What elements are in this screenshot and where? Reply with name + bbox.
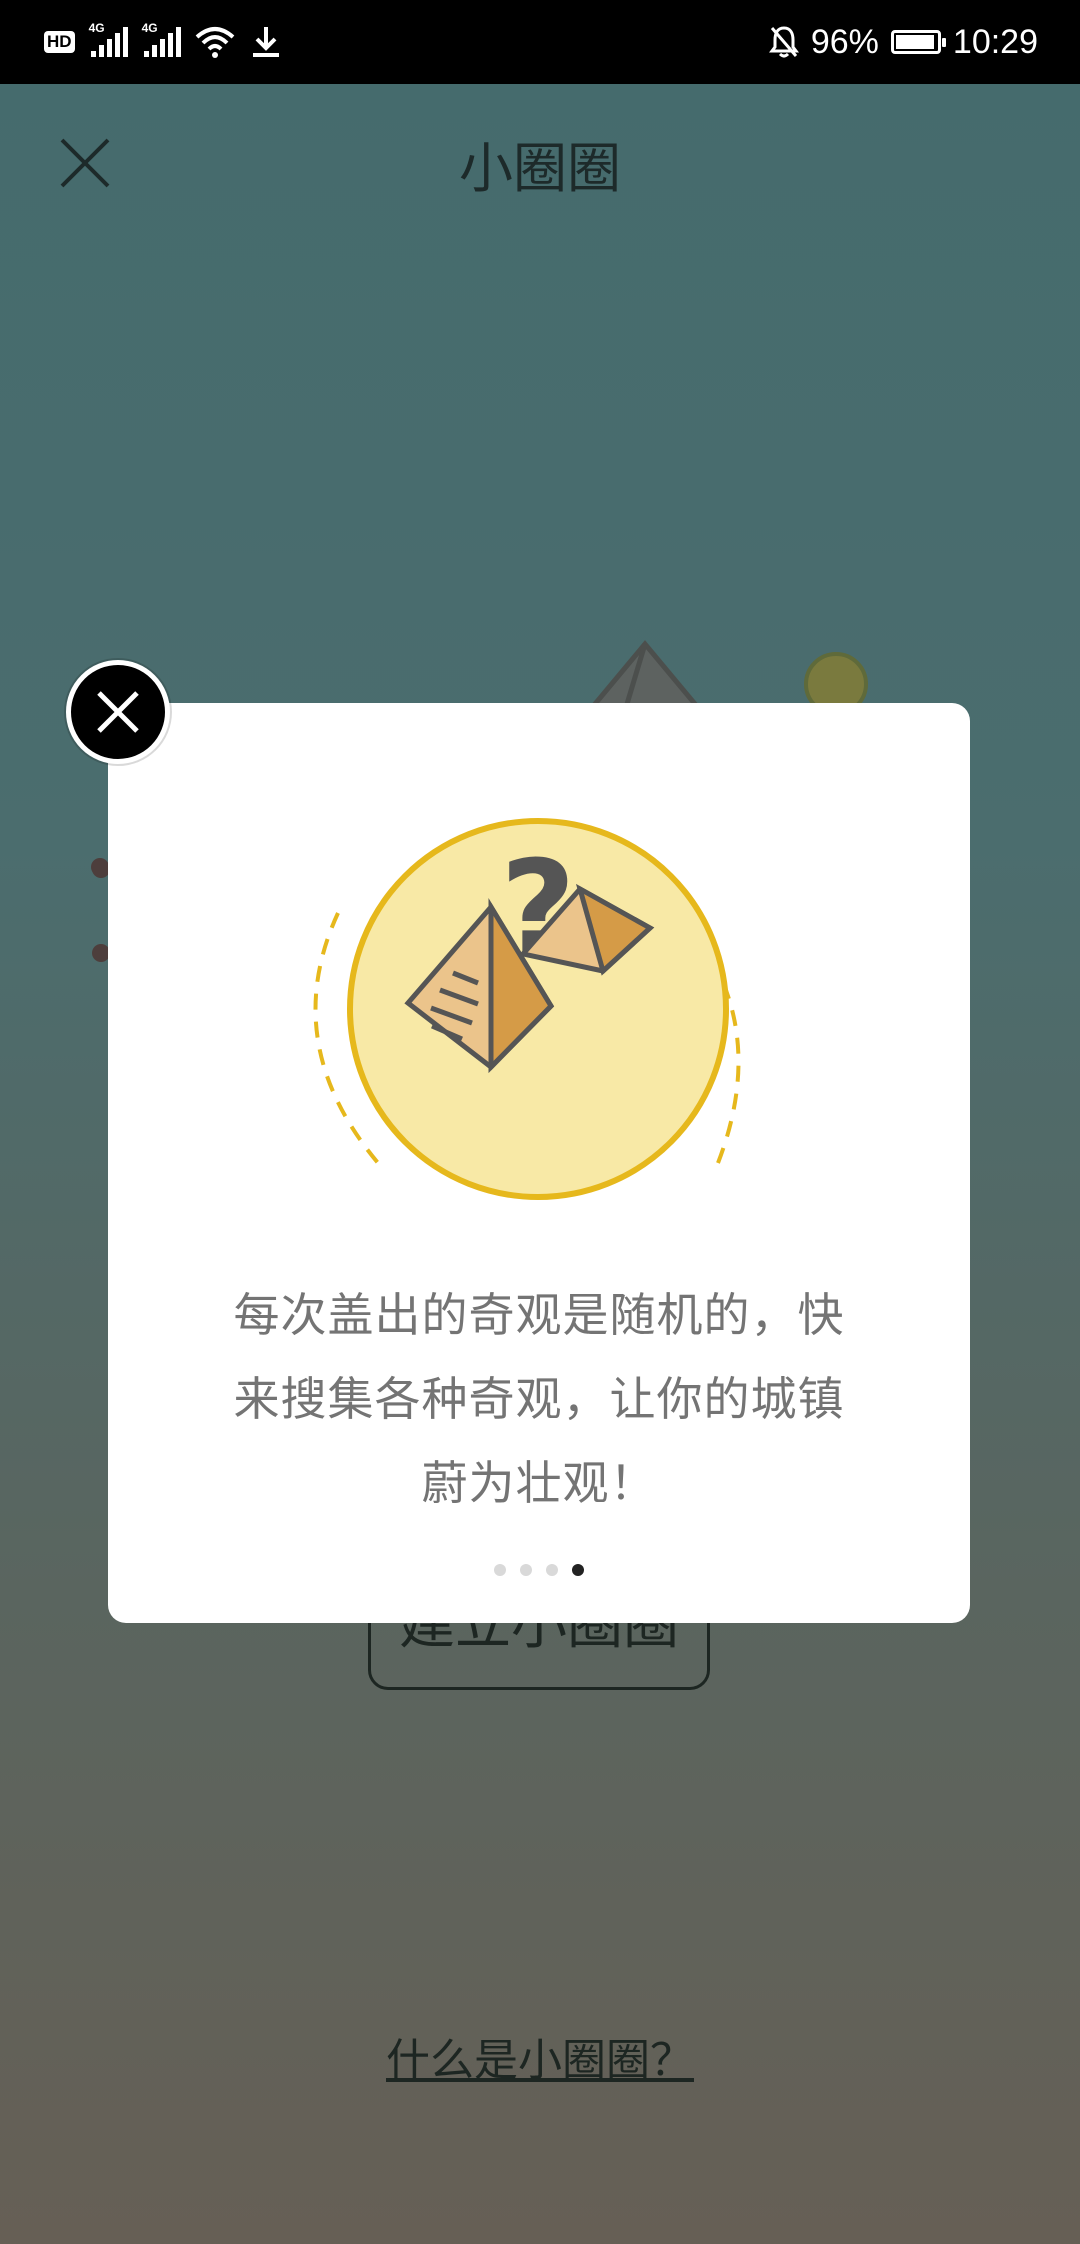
pyramid-question-icon: ? [313,818,741,1200]
signal-4g-icon: 4G [89,21,128,57]
network-label: 4G [141,21,158,35]
page-dot[interactable] [546,1564,558,1576]
clock: 10:29 [952,22,1038,61]
intro-description: 每次盖出的奇观是随机的，快 来搜集各种奇观，让你的城镇 蔚为壮观！ [208,1273,870,1525]
description-line: 每次盖出的奇观是随机的，快 [233,1288,845,1342]
what-is-circle-link[interactable]: 什么是小圈圈？ [0,2024,1080,2088]
status-bar: HD 4G 4G 96% 10:29 [0,0,1080,84]
mute-bell-icon [768,26,799,58]
page-dot[interactable] [520,1564,532,1576]
dialog-close-button[interactable] [66,660,170,764]
signal-4g-icon: 4G [142,21,181,57]
network-label: 4G [88,21,105,35]
description-line: 蔚为壮观！ [421,1456,657,1510]
battery-percent: 96% [810,22,879,61]
close-circle-icon [97,691,139,733]
status-left-icons: HD 4G 4G [44,20,283,64]
page-dot[interactable] [572,1564,584,1576]
page-dot[interactable] [494,1564,506,1576]
wifi-icon [195,27,234,58]
battery-icon [890,30,946,54]
page-title: 小圈圈 [459,137,621,200]
description-line: 来搜集各种奇观，让你的城镇 [233,1372,845,1426]
intro-dialog: ? 每次盖出的奇观是随机的，快 来搜集各种奇观，让你的城镇 蔚为壮观！ [108,703,970,1623]
hd-icon: HD [44,31,75,53]
page-indicator [108,1564,970,1576]
download-icon [252,27,279,57]
status-right-icons: 96% 10:29 [768,16,1038,68]
